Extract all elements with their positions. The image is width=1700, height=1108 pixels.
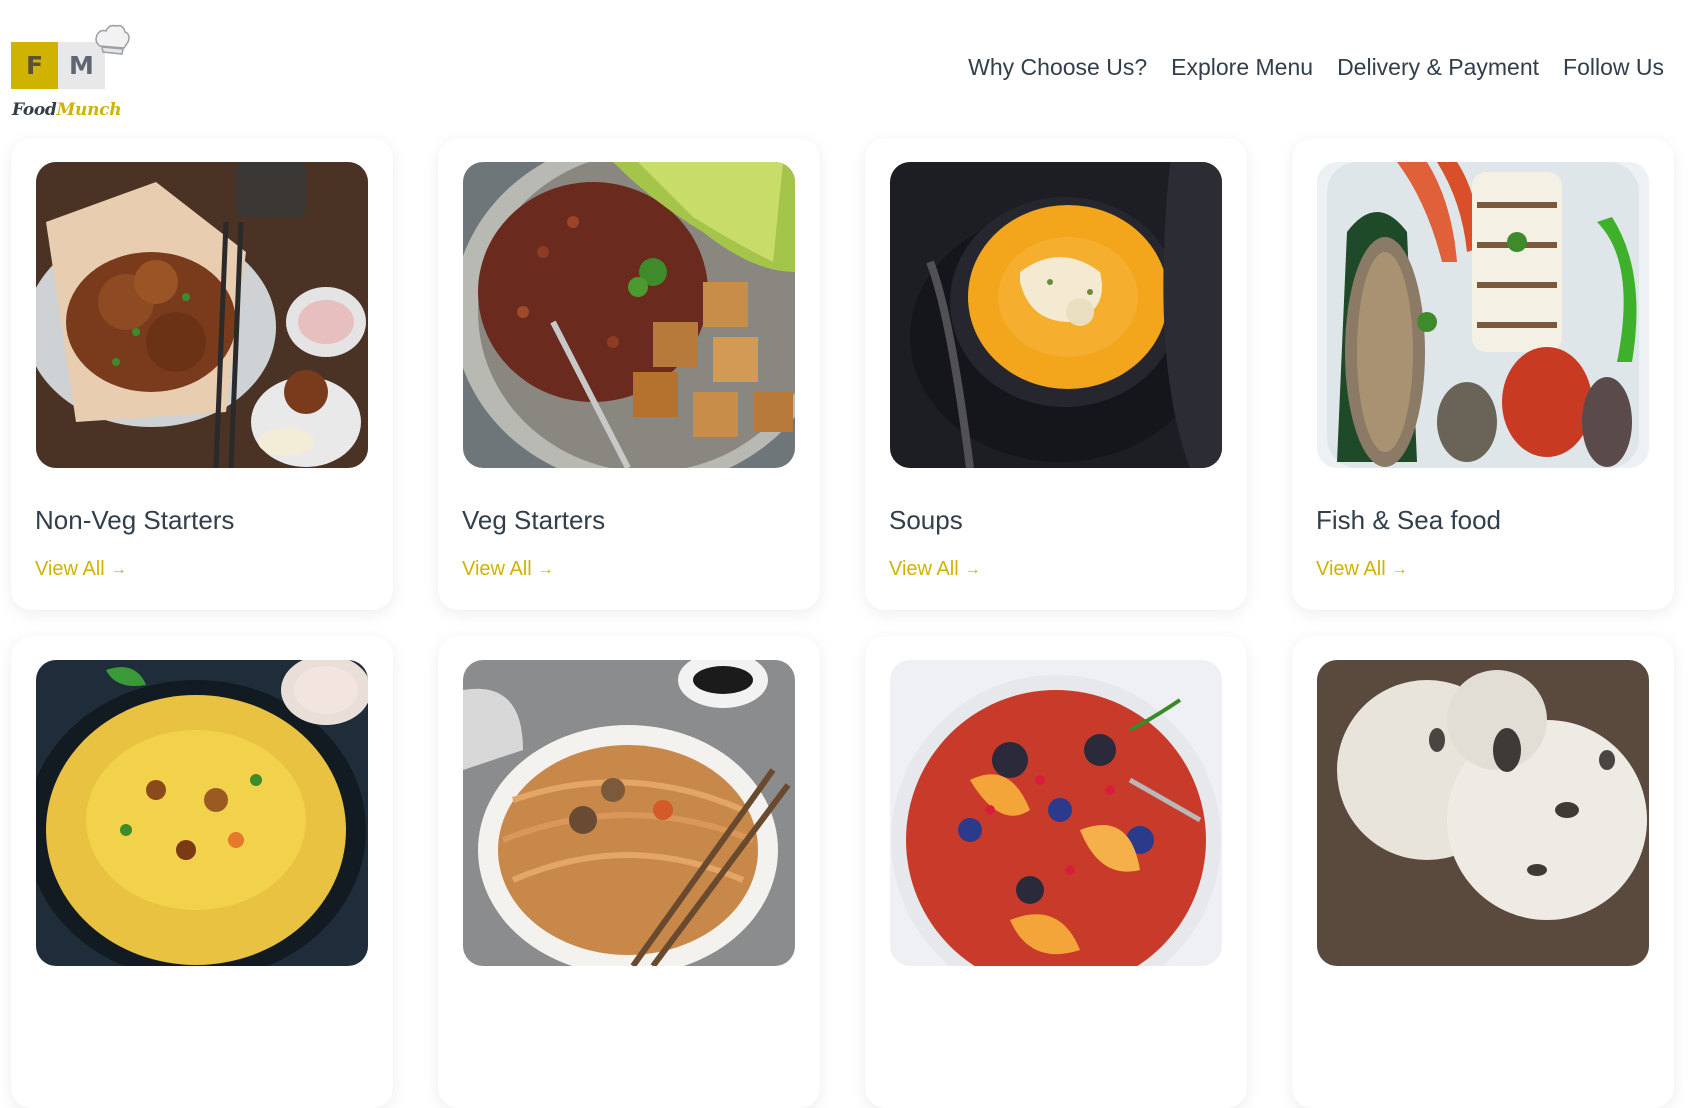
fish-sea-food-image: [1317, 162, 1649, 468]
noodles-image: [463, 660, 795, 966]
card-title: Fish & Sea food: [1316, 505, 1501, 535]
logo[interactable]: F M FoodMunch: [10, 22, 130, 126]
nav-why-choose-us[interactable]: Why Choose Us?: [968, 54, 1147, 81]
soups-image: [890, 162, 1222, 468]
card-title: Veg Starters: [462, 505, 606, 535]
non-veg-starters-image: [36, 162, 368, 468]
ice-cream-image: [1317, 660, 1649, 966]
view-all-label: View All: [35, 558, 105, 580]
menu-card-biryani: [11, 636, 393, 1108]
logo-word-food: Food: [12, 100, 57, 120]
view-all-link[interactable]: View All →: [462, 558, 554, 581]
view-all-label: View All: [1316, 558, 1386, 580]
view-all-link[interactable]: View All →: [1316, 558, 1408, 581]
nav-explore-menu[interactable]: Explore Menu: [1171, 54, 1313, 81]
logo-wordmark: FoodMunch: [12, 100, 122, 120]
view-all-link[interactable]: View All →: [35, 558, 127, 581]
biryani-image: [36, 660, 368, 966]
nav-follow-us[interactable]: Follow Us: [1563, 54, 1664, 81]
arrow-right-icon: →: [1391, 560, 1408, 578]
logo-letter-f: F: [11, 42, 58, 89]
veg-starters-image: [463, 162, 795, 468]
menu-card-noodles: [438, 636, 820, 1108]
menu-card-ice-cream: [1292, 636, 1674, 1108]
card-title: Soups: [889, 505, 963, 535]
menu-card-veg-starters: Veg Starters View All →: [438, 138, 820, 610]
arrow-right-icon: →: [110, 560, 127, 578]
menu-grid: Non-Veg Starters View All → Veg Starters…: [11, 138, 1681, 1108]
chef-hat-icon: [95, 24, 130, 55]
menu-card-non-veg-starters: Non-Veg Starters View All →: [11, 138, 393, 610]
arrow-right-icon: →: [964, 560, 981, 578]
arrow-right-icon: →: [537, 560, 554, 578]
view-all-label: View All: [462, 558, 532, 580]
nav-delivery-payment[interactable]: Delivery & Payment: [1337, 54, 1539, 81]
card-title: Non-Veg Starters: [35, 505, 235, 535]
logo-word-munch: Munch: [56, 100, 122, 120]
menu-card-fish-sea-food: Fish & Sea food View All →: [1292, 138, 1674, 610]
main-nav: Why Choose Us? Explore Menu Delivery & P…: [968, 54, 1664, 81]
site-header: F M FoodMunch Why Choose Us? Explore Men…: [0, 0, 1700, 130]
menu-card-soups: Soups View All →: [865, 138, 1247, 610]
view-all-label: View All: [889, 558, 959, 580]
view-all-link[interactable]: View All →: [889, 558, 981, 581]
fruit-salad-image: [890, 660, 1222, 966]
menu-card-fruit-salad: [865, 636, 1247, 1108]
